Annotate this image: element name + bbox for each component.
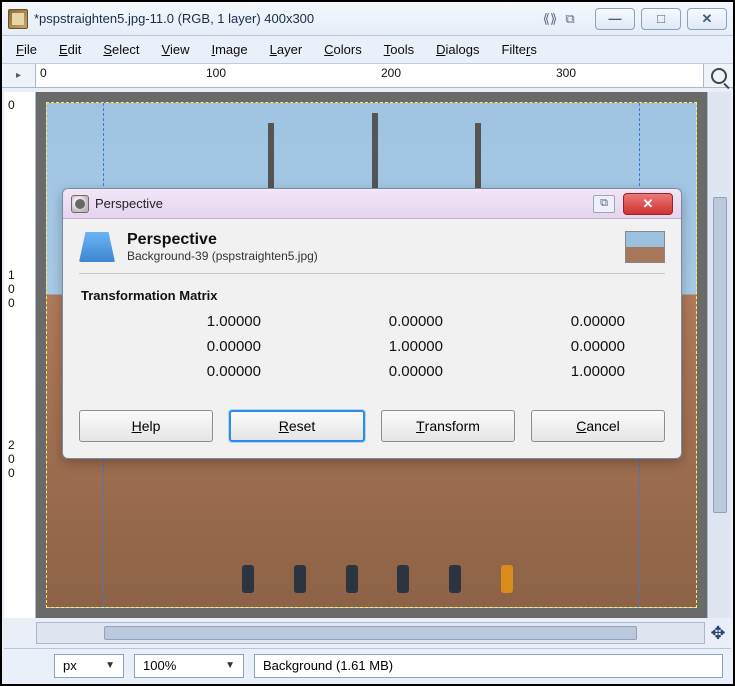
minimize-button[interactable]: — [595, 8, 635, 30]
menu-image[interactable]: Image [211, 42, 247, 57]
reset-button[interactable]: Reset [229, 410, 365, 442]
layer-thumbnail [625, 231, 665, 263]
magnify-icon [711, 68, 727, 84]
dialog-subtitle: Background-39 (pspstraighten5.jpg) [127, 249, 613, 263]
menu-edit[interactable]: Edit [59, 42, 81, 57]
navigation-icon[interactable] [703, 64, 733, 87]
matrix-cell: 0.00000 [321, 313, 443, 330]
cancel-button[interactable]: Cancel [531, 410, 665, 442]
matrix-cell: 0.00000 [503, 338, 625, 355]
image-content [242, 565, 254, 593]
main-window: *pspstraighten5.jpg-11.0 (RGB, 1 layer) … [0, 0, 735, 686]
vruler-0: 0 [8, 98, 15, 112]
matrix-section-label: Transformation Matrix [81, 288, 665, 303]
menu-view[interactable]: View [162, 42, 190, 57]
maximize-button[interactable]: □ [641, 8, 681, 30]
vertical-ruler[interactable]: 0 1 0 0 2 0 0 [4, 92, 36, 618]
dropdown-arrow-icon: ▼ [105, 660, 115, 671]
image-content [294, 565, 306, 593]
hruler-100: 100 [206, 66, 226, 80]
menu-select[interactable]: Select [103, 42, 139, 57]
status-layer-text: Background (1.61 MB) [263, 658, 393, 673]
menu-tools[interactable]: Tools [384, 42, 414, 57]
transform-button[interactable]: Transform [381, 410, 515, 442]
matrix-cell: 0.00000 [503, 313, 625, 330]
menu-filters[interactable]: Filters [501, 42, 536, 57]
titlebar[interactable]: *pspstraighten5.jpg-11.0 (RGB, 1 layer) … [2, 2, 733, 36]
menu-file[interactable]: FFileile [16, 42, 37, 57]
image-content [346, 565, 358, 593]
vruler-100: 1 0 0 [8, 268, 15, 310]
status-layer-info: Background (1.61 MB) [254, 654, 723, 678]
horizontal-ruler[interactable]: 0 100 200 300 [36, 64, 703, 87]
menu-colors[interactable]: Colors [324, 42, 362, 57]
dropdown-arrow-icon: ▼ [225, 660, 235, 671]
dialog-title: Perspective [95, 196, 163, 211]
dialog-titlebar[interactable]: Perspective ⧉ ✕ [63, 189, 681, 219]
chevrons-icon: ⟪⟫ [541, 12, 559, 26]
menu-dialogs[interactable]: Dialogs [436, 42, 479, 57]
image-content [475, 123, 481, 193]
titlebar-extra-icons: ⟪⟫ ⧉ [541, 12, 579, 26]
horizontal-scrollbar[interactable] [36, 622, 705, 644]
statusbar: px ▼ 100% ▼ Background (1.61 MB) [4, 648, 731, 682]
perspective-dialog: Perspective ⧉ ✕ Perspective Background-3… [62, 188, 682, 459]
unit-value: px [63, 658, 77, 673]
matrix-cell: 1.00000 [139, 313, 261, 330]
dialog-header: Perspective Background-39 (pspstraighten… [79, 231, 665, 274]
dialog-button-row: Help Reset Transform Cancel [79, 410, 665, 442]
matrix-cell: 0.00000 [321, 363, 443, 380]
transformation-matrix: 1.00000 0.00000 0.00000 0.00000 1.00000 … [79, 313, 665, 390]
vruler-200: 2 0 0 [8, 438, 15, 480]
image-content [449, 565, 461, 593]
image-content [501, 565, 513, 593]
hruler-0: 0 [40, 66, 47, 80]
image-content [397, 565, 409, 593]
dialog-close-button[interactable]: ✕ [623, 193, 673, 215]
matrix-cell: 0.00000 [139, 338, 261, 355]
matrix-cell: 1.00000 [321, 338, 443, 355]
menu-layer[interactable]: Layer [270, 42, 303, 57]
matrix-cell: 0.00000 [139, 363, 261, 380]
ruler-corner-menu[interactable]: ▸ [2, 64, 36, 87]
unit-selector[interactable]: px ▼ [54, 654, 124, 678]
close-button[interactable]: ✕ [687, 8, 727, 30]
hruler-200: 200 [381, 66, 401, 80]
dialog-detach-button[interactable]: ⧉ [593, 195, 615, 213]
hscroll-thumb[interactable] [104, 626, 638, 640]
ruler-row: ▸ 0 100 200 300 [2, 64, 733, 88]
dialog-heading: Perspective [127, 231, 613, 249]
pan-icon[interactable]: ✥ [707, 622, 729, 644]
gimp-icon [71, 195, 89, 213]
hruler-300: 300 [556, 66, 576, 80]
zoom-selector[interactable]: 100% ▼ [134, 654, 244, 678]
vertical-scrollbar[interactable] [707, 92, 731, 618]
help-button[interactable]: Help [79, 410, 213, 442]
app-icon [8, 9, 28, 29]
menubar: FFileile Edit Select View Image Layer Co… [2, 36, 733, 64]
image-content [372, 113, 378, 193]
zoom-value: 100% [143, 658, 176, 673]
matrix-cell: 1.00000 [503, 363, 625, 380]
perspective-icon [79, 232, 115, 262]
restore-icon: ⧉ [561, 12, 579, 26]
window-title: *pspstraighten5.jpg-11.0 (RGB, 1 layer) … [34, 11, 314, 26]
image-content [268, 123, 274, 193]
vscroll-thumb[interactable] [713, 197, 727, 513]
